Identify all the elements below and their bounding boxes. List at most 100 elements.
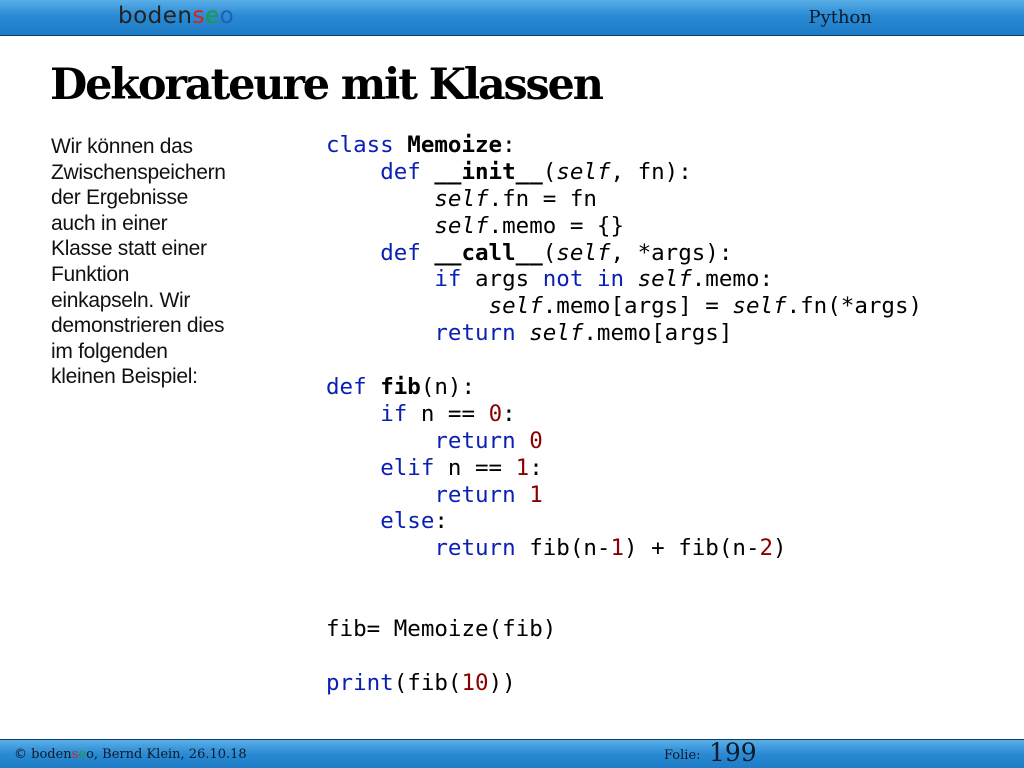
- code-token: .memo[args] =: [542, 293, 733, 320]
- code-token: , *args):: [610, 239, 733, 266]
- code-token: def: [380, 158, 421, 185]
- code-token: .memo = {}: [488, 212, 625, 239]
- code-token: :: [502, 132, 516, 158]
- code-token: :: [434, 508, 448, 535]
- logo-part: o: [219, 3, 235, 29]
- description-line: der Ergebnisse: [51, 186, 189, 210]
- code-token: :: [529, 454, 543, 481]
- description-line: Funktion: [51, 262, 130, 286]
- description-line: kleinen Beispiel:: [51, 365, 198, 389]
- code-token: 0: [488, 400, 503, 427]
- code-token: args: [461, 266, 543, 293]
- code-token: self: [637, 266, 692, 293]
- code-token: class: [326, 132, 394, 158]
- code-token: 2: [759, 535, 774, 562]
- code-token: 10: [461, 669, 489, 696]
- logo-part: e: [78, 747, 87, 762]
- code-token: , fn):: [610, 158, 692, 185]
- code-token: (: [542, 158, 557, 185]
- code-token: .memo[args]: [583, 320, 733, 347]
- code-token: return: [434, 535, 516, 562]
- code-line: def __call__(self, *args):: [326, 240, 922, 267]
- description-line: auch in einer: [51, 211, 168, 235]
- code-token: ): [773, 535, 787, 562]
- slide-footer-bar: © bodenseo, Bernd Klein, 26.10.18 Folie:…: [0, 738, 1024, 768]
- code-token: self: [556, 158, 611, 185]
- logo-part: boden: [31, 747, 72, 762]
- code-line: if args not in self.memo:: [326, 266, 922, 293]
- code-token: return: [434, 481, 516, 508]
- code-token: if: [380, 400, 408, 427]
- code-token: (: [542, 239, 557, 266]
- code-token: elif: [380, 454, 435, 481]
- code-line: self.fn = fn: [326, 186, 922, 213]
- code-line: else:: [326, 508, 922, 535]
- code-token: __call__: [434, 239, 543, 266]
- code-token: fib: [380, 374, 421, 401]
- code-token: fib(n-: [515, 535, 611, 562]
- description-line: Klasse statt einer: [51, 237, 207, 261]
- code-token: Memoize: [407, 132, 503, 158]
- code-line: fib= Memoize(fib): [326, 616, 922, 643]
- code-token: self: [488, 293, 543, 320]
- description-line: Wir können das: [51, 135, 193, 158]
- code-line: elif n == 1:: [326, 455, 922, 482]
- code-token: 1: [610, 535, 625, 562]
- footer-copyright: © bodenseo, Bernd Klein, 26.10.18: [14, 747, 247, 762]
- code-line: self.memo = {}: [326, 213, 922, 240]
- code-token: __init__: [434, 158, 543, 185]
- code-token: print: [326, 669, 394, 696]
- slide-description: Wir können das Zwischenspeichern der Erg…: [51, 134, 266, 390]
- code-token: else: [380, 508, 435, 535]
- code-token: return: [434, 320, 516, 347]
- slide-topic: Python: [808, 7, 872, 28]
- code-token: 1: [529, 481, 543, 508]
- code-token: (n):: [420, 374, 476, 401]
- slide-header-bar: bodenseo Python: [0, 0, 1024, 36]
- code-line: return self.memo[args]: [326, 320, 922, 347]
- code-token: ) + fib(n-: [624, 535, 760, 562]
- code-token: .fn(*args): [786, 293, 923, 320]
- code-token: .memo:: [691, 266, 774, 293]
- code-token: self: [434, 212, 489, 239]
- code-token: self: [529, 320, 584, 347]
- footer-author-date: , Bernd Klein, 26.10.18: [93, 747, 247, 762]
- code-token: not: [542, 266, 584, 293]
- description-line: Zwischenspeichern: [51, 160, 226, 184]
- code-line: return fib(n-1) + fib(n-2): [326, 535, 922, 562]
- code-token: n ==: [407, 400, 489, 427]
- code-line: class Memoize:: [326, 132, 922, 159]
- code-token: self: [732, 293, 787, 320]
- code-token: def: [326, 374, 367, 401]
- logo-part: boden: [118, 3, 193, 29]
- code-token: 1: [515, 454, 530, 481]
- slide-number: 199: [709, 738, 757, 767]
- code-line: print(fib(10)): [326, 670, 922, 697]
- code-token: n ==: [434, 454, 516, 481]
- description-line: einkapseln. Wir: [51, 288, 191, 312]
- copyright-symbol: ©: [14, 747, 27, 762]
- code-token: self: [434, 185, 489, 212]
- code-token: def: [380, 239, 421, 266]
